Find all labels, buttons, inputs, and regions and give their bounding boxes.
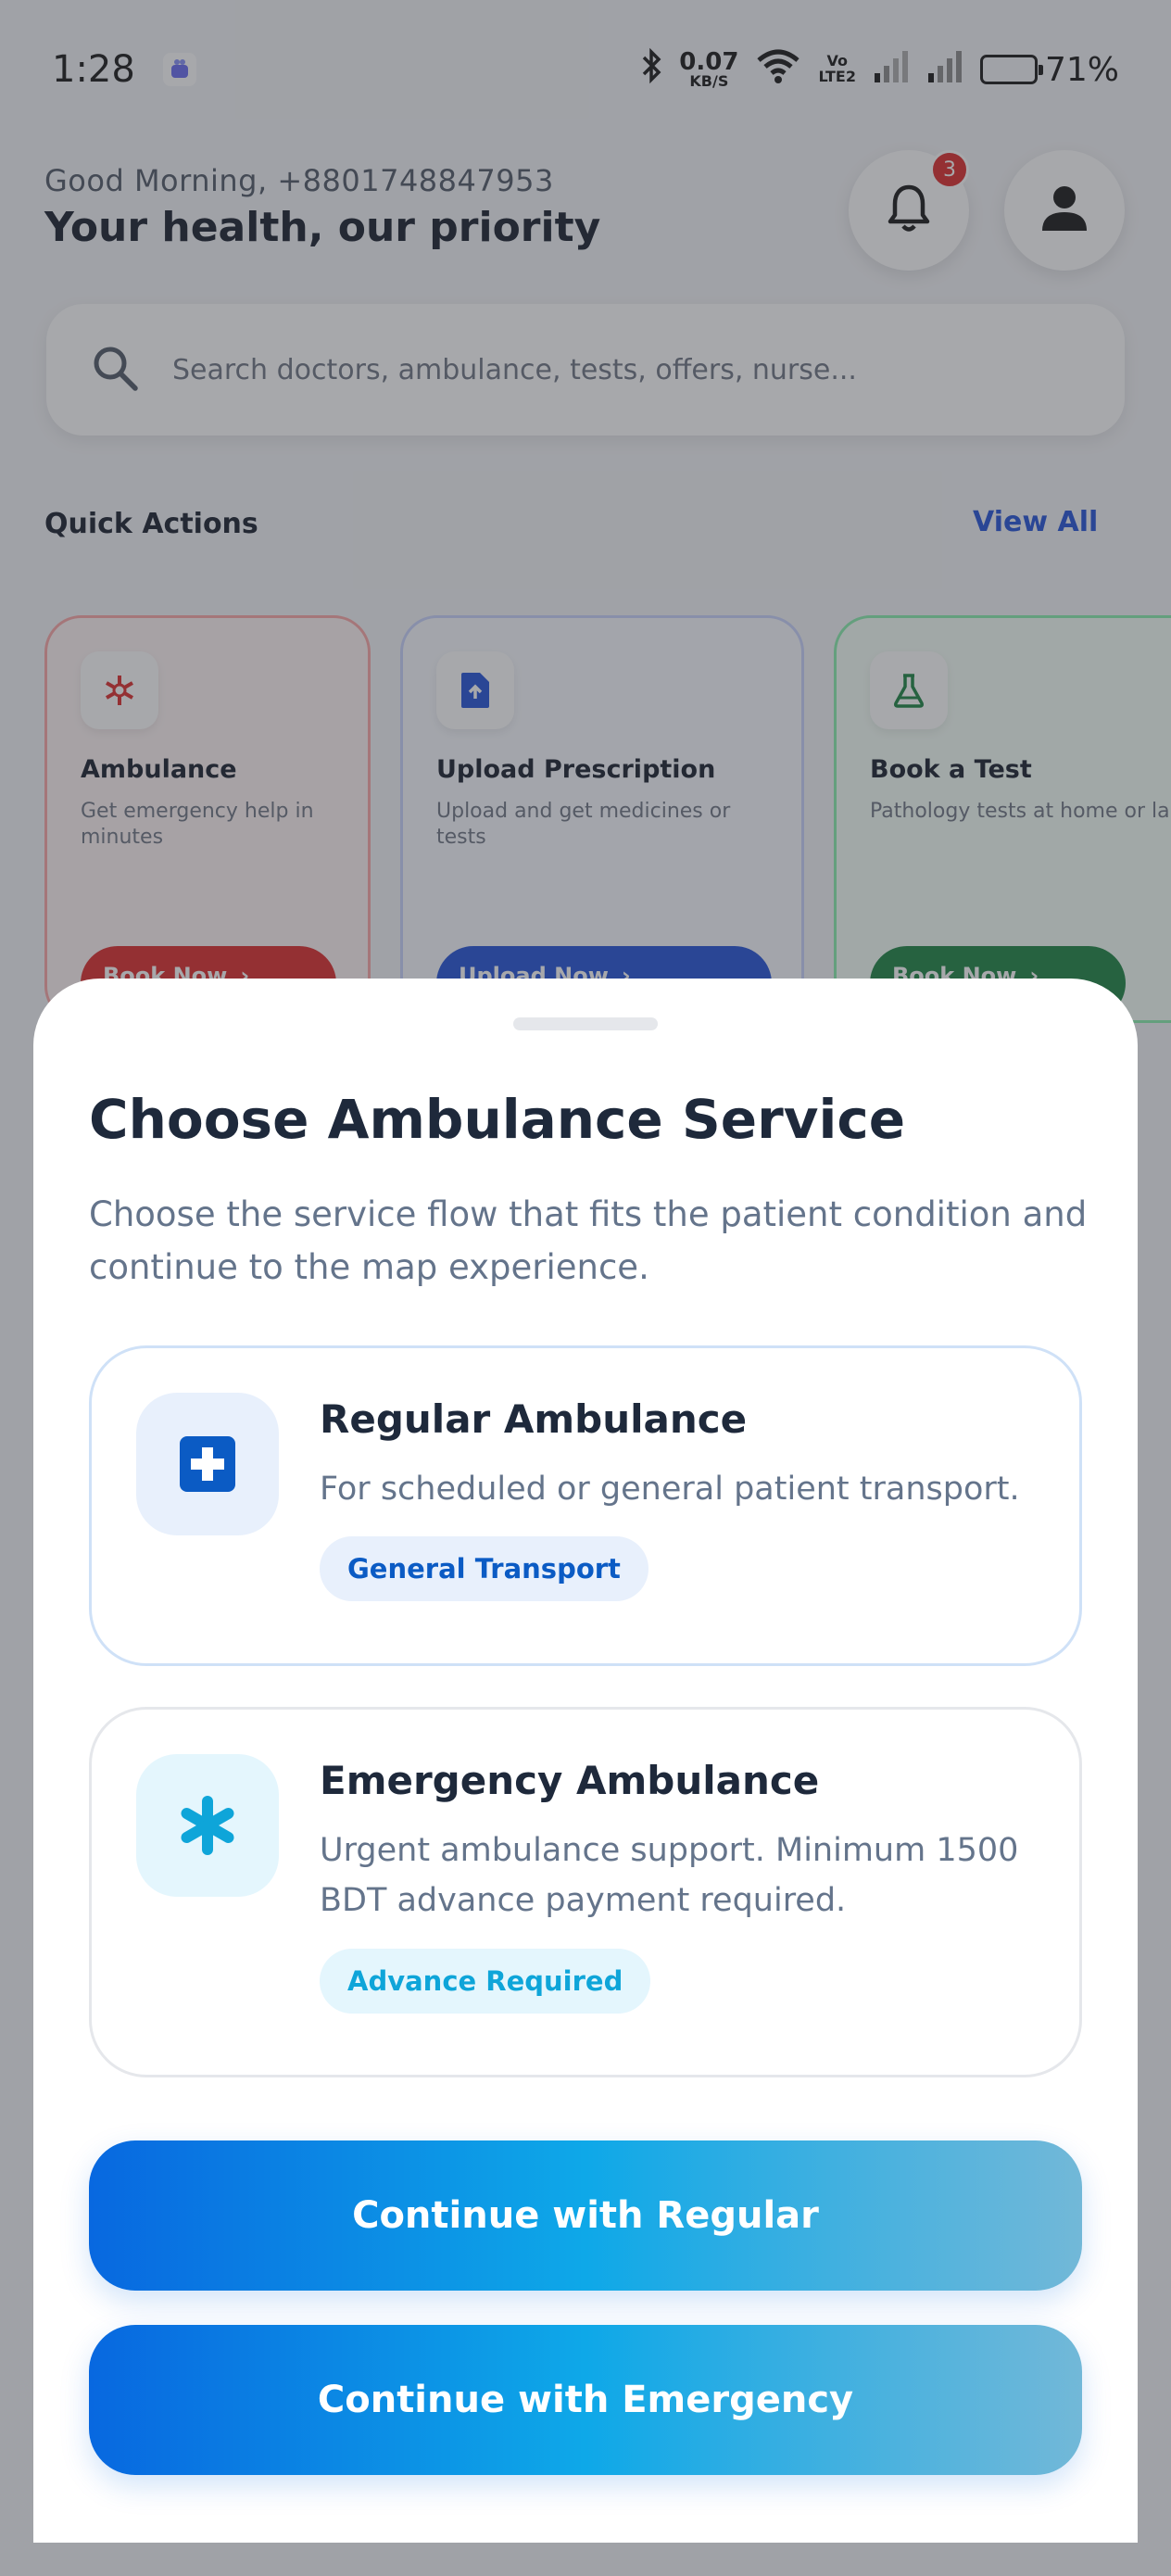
option-tag: General Transport — [320, 1536, 648, 1602]
continue-emergency-button[interactable]: Continue with Emergency — [89, 2325, 1082, 2475]
regular-ambulance-option[interactable]: Regular Ambulance For scheduled or gener… — [89, 1345, 1082, 1666]
option-title: Regular Ambulance — [320, 1396, 748, 1442]
sheet-subtitle: Choose the service flow that fits the pa… — [89, 1194, 1088, 1288]
option-title: Emergency Ambulance — [320, 1758, 820, 1803]
sheet-drag-handle[interactable] — [513, 1017, 658, 1030]
asterisk-icon — [136, 1754, 279, 1897]
ambulance-service-sheet: Choose Ambulance Service Choose the serv… — [33, 979, 1138, 2543]
continue-regular-button[interactable]: Continue with Regular — [89, 2140, 1082, 2291]
sheet-title: Choose Ambulance Service — [89, 1088, 906, 1151]
emergency-ambulance-option[interactable]: Emergency Ambulance Urgent ambulance sup… — [89, 1707, 1082, 2077]
option-description: For scheduled or general patient transpo… — [320, 1471, 1020, 1508]
option-description: Urgent ambulance support. Minimum 1500 B… — [320, 1832, 1019, 1920]
option-tag: Advance Required — [320, 1948, 651, 2014]
medical-cross-icon — [136, 1393, 279, 1535]
